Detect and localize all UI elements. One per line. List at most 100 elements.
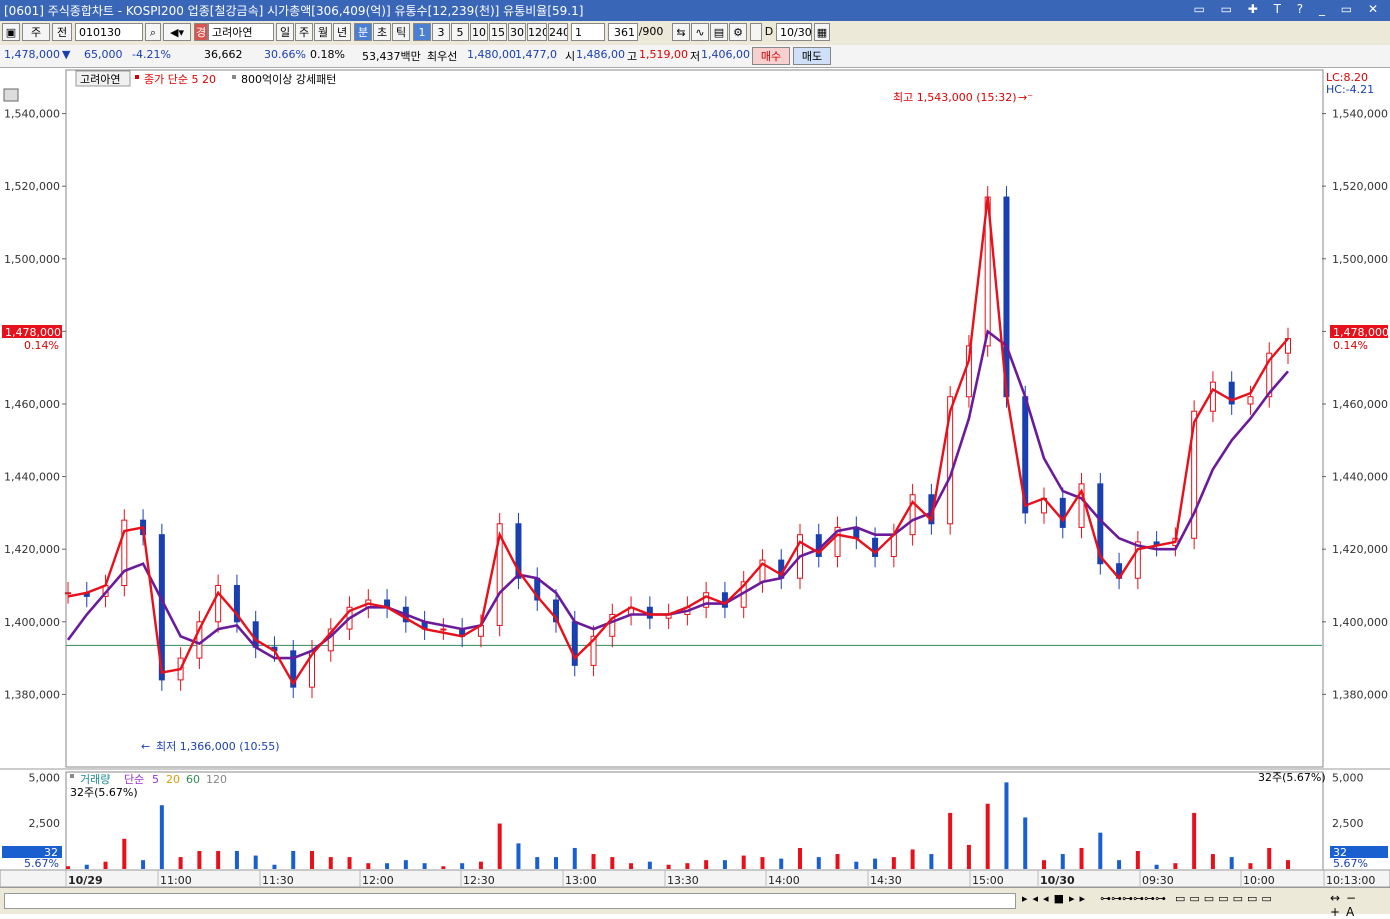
candle-body [1172, 537, 1179, 547]
low-price: 1,406,00 [701, 48, 750, 61]
compare-icon[interactable]: ⇆ [672, 23, 690, 41]
interval-5[interactable]: 5 [451, 23, 469, 41]
time-tick-label-6: 13:30 [667, 874, 699, 887]
zoom-controls[interactable]: ↔−+A [1330, 891, 1390, 919]
volume-bar [159, 805, 164, 869]
period-second[interactable]: 초 [373, 23, 391, 41]
interval-15[interactable]: 15 [489, 23, 507, 41]
volume-bar [1079, 847, 1084, 869]
search-icon[interactable]: ⌕ [145, 23, 161, 41]
right-price-tag [1330, 325, 1388, 338]
layout-icon[interactable]: ▣ [2, 23, 20, 41]
volume-bar [366, 863, 371, 869]
zoom-slider[interactable]: ⊶⊶⊶⊶⊶⊶ [1100, 892, 1166, 905]
volume-bar [478, 861, 483, 869]
save-icon[interactable]: ▤ [710, 23, 728, 41]
legend-name-box[interactable] [75, 70, 131, 87]
title-bar: [0601] 주식종합차트 - KOSPI200 업종[철강금속] 시가총액[3… [0, 0, 1390, 21]
volume-bars [66, 782, 1290, 869]
candle-body [1116, 563, 1123, 579]
high-annotation: 최고 1,543,000 (15:32) [893, 91, 1017, 104]
volume-bar [854, 861, 859, 869]
time-tick-label-2: 11:30 [262, 874, 294, 887]
market-select[interactable]: 전 [52, 23, 72, 41]
candle-body [1134, 541, 1141, 579]
interval-3[interactable]: 3 [432, 23, 450, 41]
volume-bar [422, 863, 427, 869]
low-label: 저 [690, 50, 701, 63]
gear-icon[interactable]: ⚙ [729, 23, 747, 41]
volume-bar [948, 812, 953, 869]
stock-name-field[interactable]: 고려아연 [208, 23, 274, 41]
horizontal-scrollbar[interactable] [4, 893, 1016, 909]
candle-body [928, 494, 935, 525]
date-checkbox[interactable] [750, 23, 762, 41]
sell-button[interactable]: 매도 [793, 47, 831, 65]
window-title: [0601] 주식종합차트 - KOSPI200 업종[철강금속] 시가총액[3… [4, 4, 584, 18]
volume-bar [1210, 854, 1215, 869]
price-y-axis: 1,380,000 1,380,000 1,400,000 1,400,000 1,42… [4, 108, 1388, 702]
buy-button[interactable]: 매수 [752, 47, 790, 65]
price-tick-label-left-3: 1,440,000 [4, 471, 60, 484]
interval-1[interactable]: 1 [413, 23, 431, 41]
candle-body [740, 581, 747, 608]
volume-bar [610, 857, 615, 869]
candles [65, 186, 1291, 699]
interval-10[interactable]: 10 [470, 23, 488, 41]
speaker-icon[interactable]: ◀▾ [163, 23, 191, 41]
volume-bar [1286, 860, 1290, 869]
period-week[interactable]: 주 [295, 23, 313, 41]
panel-grid-icon[interactable] [3, 88, 19, 102]
price-tick-label-right-4: 1,460,000 [1332, 398, 1388, 411]
interval-30[interactable]: 30 [508, 23, 526, 41]
view-tools[interactable]: ▭▭▭▭▭▭▭ [1175, 892, 1276, 905]
chart-canvas[interactable]: 1,380,000 1,380,000 1,400,000 1,400,000 1,42… [0, 0, 1390, 913]
quote-bar: 1,478,000 ▼ 65,000 -4.21% 36,662 30.66% … [0, 45, 1390, 68]
vol-tick-label-left-1: 5,000 [29, 771, 61, 784]
playback-controls[interactable]: ▸◂◂■▸▸ [1022, 892, 1090, 905]
period-month[interactable]: 월 [314, 23, 332, 41]
time-tick-label-12: 10:00 [1243, 874, 1275, 887]
candle-body [83, 592, 90, 597]
high-label: 고 [627, 50, 638, 63]
vol-legend-marker [70, 774, 74, 778]
volume-ratio: 30.66% [264, 48, 306, 61]
period-year[interactable]: 년 [333, 23, 351, 41]
window-controls[interactable]: ▭ ▭ ✚ T ? _ ▭ ✕ [1193, 2, 1384, 16]
price-tick-label-left-7: 1,520,000 [4, 180, 60, 193]
volume-bar [216, 851, 221, 869]
mode-select[interactable]: 주 [22, 23, 50, 41]
volume-bar [1267, 847, 1272, 869]
period-tick[interactable]: 틱 [392, 23, 410, 41]
ma20-line [66, 329, 1289, 660]
price-tick-label-right-7: 1,520,000 [1332, 180, 1388, 193]
candle-body [815, 534, 822, 557]
time-tick-label-13: 10:13:00 [1326, 874, 1375, 887]
interval-240[interactable]: 240 [548, 23, 568, 41]
code-input[interactable]: 010130 [75, 23, 143, 41]
price-tick-label-left-4: 1,460,000 [4, 398, 60, 411]
candle-body [515, 523, 522, 579]
vol-right-label: 32주(5.67%) [1258, 771, 1326, 784]
price-tick-label-right-8: 1,540,000 [1332, 108, 1388, 121]
vol-left-tag-text: 32 [44, 846, 58, 859]
vol-tick-label-right-0: 2,500 [1332, 817, 1364, 830]
period-day[interactable]: 일 [276, 23, 294, 41]
volume-bar [910, 849, 915, 869]
time-tick-label-4: 12:30 [463, 874, 495, 887]
date-input[interactable]: 10/30 [776, 23, 812, 41]
calendar-icon[interactable]: ▦ [814, 23, 830, 41]
multiplier-select[interactable]: 1 [571, 23, 605, 41]
drawing-icon[interactable]: ∿ [691, 23, 709, 41]
volume-bar [272, 864, 277, 869]
count-input[interactable]: 361 [608, 23, 638, 41]
price-tick-label-left-6: 1,500,000 [4, 253, 60, 266]
candle-body [140, 519, 147, 536]
candle-body [684, 606, 691, 616]
candle-body [909, 494, 916, 536]
candle-body [853, 526, 860, 539]
volume-bar [798, 847, 802, 869]
interval-120[interactable]: 120 [527, 23, 547, 41]
period-minute[interactable]: 분 [354, 23, 372, 41]
candle-body [628, 606, 635, 616]
